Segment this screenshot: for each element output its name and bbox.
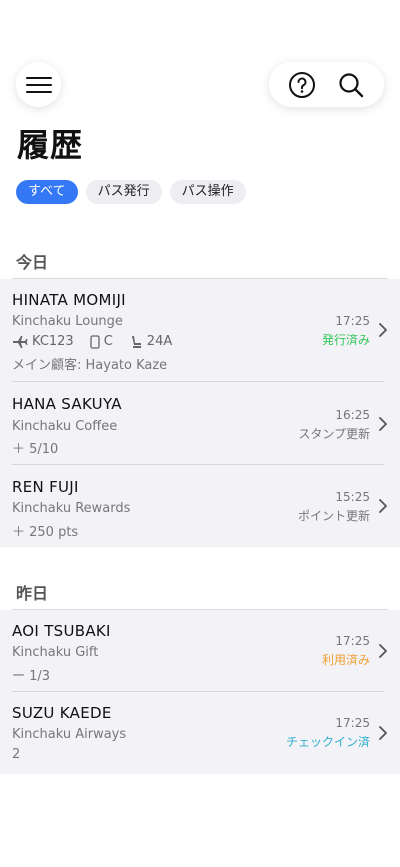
place-name: Kinchaku Gift	[12, 645, 99, 660]
history-status: ポイント更新	[297, 509, 370, 523]
filter-chip-pass-issue[interactable]: パス発行	[85, 180, 162, 204]
page-title: 履歴	[17, 126, 84, 164]
history-status: 利用済み	[321, 653, 370, 667]
place-name: Kinchaku Airways	[12, 727, 127, 742]
main-customer: メイン顧客: Hayato Kaze	[12, 358, 168, 373]
history-status: スタンプ更新	[298, 427, 370, 441]
menu-button[interactable]	[16, 62, 61, 107]
seat-icon	[131, 335, 141, 348]
filter-chip-pass-operation[interactable]: パス操作	[169, 180, 246, 204]
plane-icon	[13, 335, 28, 348]
action-pill	[269, 62, 384, 107]
history-time: 17:25	[335, 314, 370, 328]
stamp-change: ＋ 5/10	[12, 442, 59, 457]
history-time: 15:25	[335, 490, 370, 504]
history-row[interactable]: HINATA MOMIJI Kinchaku Lounge KC123 C 24…	[12, 279, 387, 382]
chevron-right-icon	[379, 323, 387, 337]
seat-class: C	[103, 334, 113, 349]
chevron-right-icon	[379, 417, 387, 431]
history-time: 17:25	[335, 716, 370, 730]
filter-chip-all[interactable]: すべて	[16, 180, 78, 204]
section-header-yesterday: 昨日	[16, 584, 49, 603]
customer-name: REN FUJI	[12, 478, 79, 496]
section-header-today: 今日	[16, 253, 49, 272]
history-row[interactable]: SUZU KAEDE Kinchaku Airways 2 17:25 チェック…	[12, 692, 387, 774]
customer-name: HINATA MOMIJI	[12, 291, 126, 309]
history-row[interactable]: REN FUJI Kinchaku Rewards ＋ 250 pts 15:2…	[12, 465, 387, 547]
place-name: Kinchaku Rewards	[12, 501, 131, 516]
place-name: Kinchaku Coffee	[12, 419, 118, 434]
flight-number: KC123	[32, 334, 74, 349]
history-time: 17:25	[335, 634, 370, 648]
chevron-right-icon	[379, 644, 387, 658]
history-group-yesterday: AOI TSUBAKI Kinchaku Gift ー 1/3 17:25 利用…	[0, 610, 400, 774]
search-icon	[339, 72, 364, 97]
seat-number: 24A	[146, 334, 173, 349]
class-icon	[90, 334, 100, 349]
place-name: Kinchaku Lounge	[12, 314, 123, 329]
history-group-today: HINATA MOMIJI Kinchaku Lounge KC123 C 24…	[0, 279, 400, 547]
menu-icon	[25, 76, 52, 93]
chevron-right-icon	[379, 499, 387, 513]
search-button[interactable]	[333, 67, 369, 103]
history-row[interactable]: HANA SAKUYA Kinchaku Coffee ＋ 5/10 16:25…	[12, 382, 387, 465]
points-change: ＋ 250 pts	[12, 525, 79, 540]
passenger-count: 2	[12, 747, 21, 762]
usage-change: ー 1/3	[12, 669, 51, 684]
history-status: チェックイン済	[285, 735, 370, 749]
customer-name: AOI TSUBAKI	[12, 622, 111, 640]
customer-name: SUZU KAEDE	[12, 704, 112, 722]
help-icon	[288, 71, 315, 98]
history-time: 16:25	[335, 408, 370, 422]
customer-name: HANA SAKUYA	[12, 395, 122, 413]
top-bar	[16, 62, 384, 108]
history-row[interactable]: AOI TSUBAKI Kinchaku Gift ー 1/3 17:25 利用…	[12, 610, 387, 692]
history-status: 発行済み	[321, 333, 370, 347]
help-button[interactable]	[284, 67, 320, 103]
filter-chips: すべて パス発行 パス操作	[16, 180, 246, 204]
chevron-right-icon	[379, 726, 387, 740]
flight-details: KC123 C 24A	[12, 334, 172, 349]
